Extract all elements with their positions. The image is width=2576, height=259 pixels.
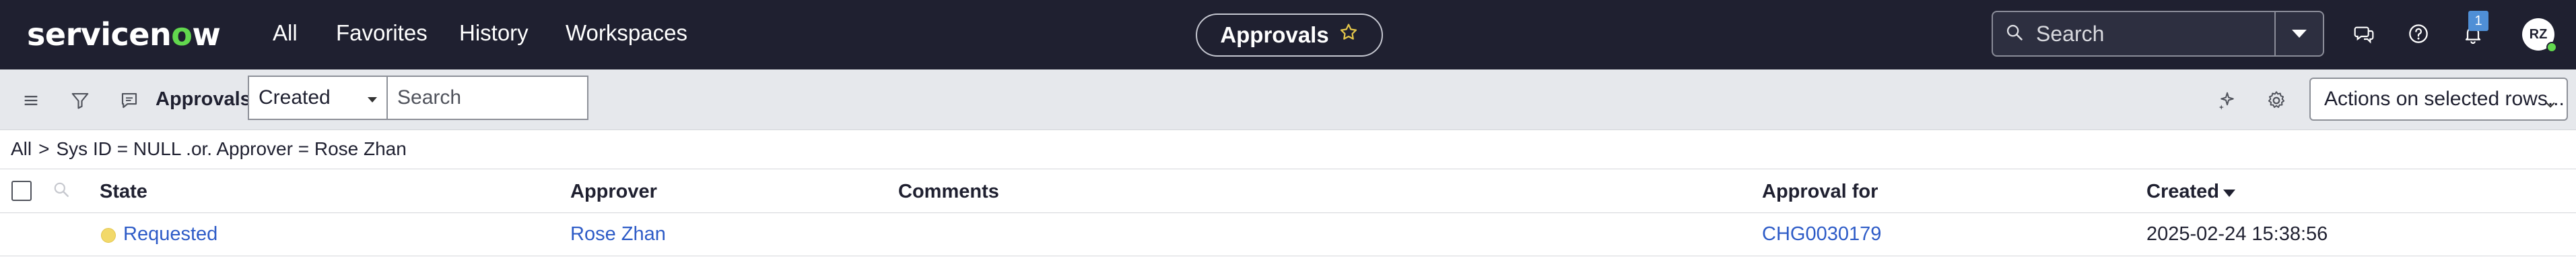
top-header: servicenow All Favorites History Workspa… [0, 0, 2576, 69]
list-title: Approvals [156, 88, 251, 110]
approval-for-link[interactable]: CHG0030179 [1762, 223, 1881, 246]
breadcrumb: All > Sys ID = NULL .or. Approver = Rose… [11, 138, 407, 160]
filter-icon[interactable] [68, 88, 92, 113]
context-title-pill[interactable]: Approvals [1196, 13, 1383, 57]
gear-icon[interactable] [2264, 88, 2289, 113]
column-header-approver[interactable]: Approver [570, 181, 657, 203]
star-icon[interactable] [1338, 22, 1359, 48]
caret-down-icon [368, 97, 377, 103]
sparkle-icon[interactable] [2215, 88, 2239, 113]
global-search-input[interactable] [2036, 21, 2238, 47]
search-field-select[interactable]: Created [248, 76, 388, 120]
column-header-comments[interactable]: Comments [898, 181, 999, 203]
breadcrumb-separator: > [38, 138, 50, 159]
servicenow-logo[interactable]: servicenow [27, 16, 221, 53]
select-all-checkbox[interactable] [11, 181, 32, 201]
state-indicator [101, 228, 116, 243]
nav-all[interactable]: All [273, 20, 298, 46]
created-cell: 2025-02-24 15:38:56 [2146, 223, 2328, 245]
comment-icon[interactable] [117, 88, 141, 113]
table-header: State Approver Comments Approval for Cre… [0, 169, 2576, 213]
chat-icon[interactable] [2352, 22, 2376, 46]
breadcrumb-filter[interactable]: Sys ID = NULL .or. Approver = Rose Zhan [56, 138, 406, 160]
nav-favorites[interactable]: Favorites [336, 20, 428, 46]
chevron-down-icon [2544, 94, 2557, 117]
sort-descending-icon [2223, 190, 2235, 197]
help-icon[interactable] [2406, 22, 2431, 46]
state-link[interactable]: Requested [123, 223, 217, 246]
search-icon [2005, 23, 2024, 45]
list-search[interactable] [388, 76, 588, 120]
actions-on-selected-rows-select[interactable]: Actions on selected rows... [2309, 78, 2568, 121]
menu-icon[interactable] [19, 88, 43, 113]
approver-link[interactable]: Rose Zhan [570, 223, 666, 246]
table-row: Requested Rose Zhan CHG0030179 2025-02-2… [0, 213, 2576, 256]
column-header-state[interactable]: State [100, 181, 147, 203]
global-search[interactable] [1992, 11, 2276, 57]
nav-workspaces[interactable]: Workspaces [566, 20, 687, 46]
nav-history[interactable]: History [459, 20, 529, 46]
list-search-input[interactable] [397, 86, 579, 109]
column-header-created[interactable]: Created [2146, 181, 2219, 203]
chevron-down-icon [2292, 30, 2307, 38]
search-icon[interactable] [53, 181, 70, 202]
presence-indicator [2546, 42, 2557, 53]
search-scope-dropdown[interactable] [2276, 11, 2324, 57]
breadcrumb-root[interactable]: All [11, 138, 32, 160]
notification-badge: 1 [2468, 11, 2488, 31]
column-header-approval-for[interactable]: Approval for [1762, 181, 1878, 203]
context-title: Approvals [1220, 22, 1329, 47]
